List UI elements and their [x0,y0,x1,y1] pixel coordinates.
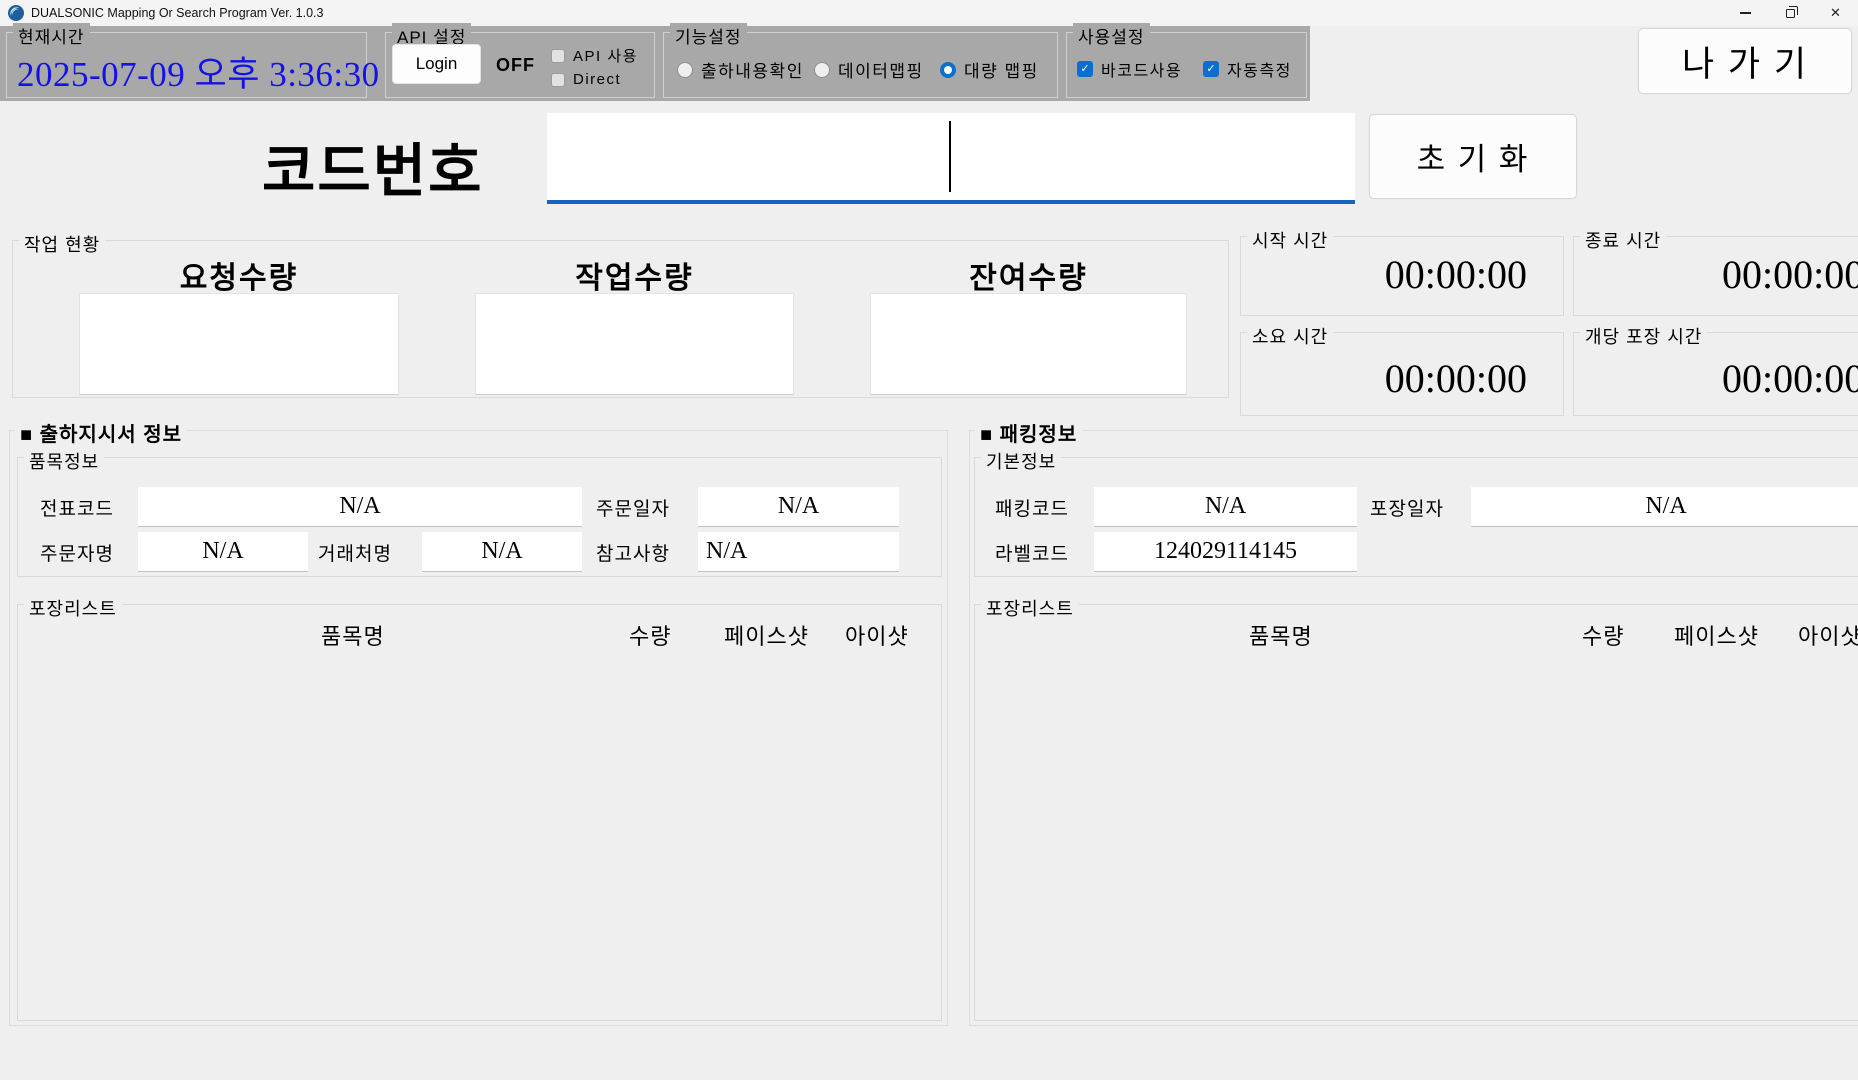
api-use-checkbox[interactable]: API 사용 [551,45,638,66]
app-icon [8,5,24,21]
checkbox-icon [1203,61,1219,77]
remark-field[interactable]: N/A [698,532,899,572]
col-eye-shot: 아이샷 [845,619,909,651]
shipping-pack-list-group[interactable]: 포장리스트 품목명 수량 페이스샷 아이샷 [17,604,942,1021]
radio-icon [940,62,956,78]
packing-date-field[interactable]: N/A [1471,487,1858,527]
worked-qty-box[interactable] [475,293,794,395]
start-time-group: 시작 시간 00:00:00 [1240,236,1564,316]
usage-settings-group: 사용설정 바코드사용 자동측정 [1066,32,1307,98]
orderer-label: 주문자명 [40,532,114,572]
label-code-field[interactable]: 124029114145 [1094,532,1357,572]
end-time-value: 00:00:00 [1722,251,1858,298]
requested-qty-column: 요청수량 [79,241,399,397]
barcode-use-checkbox[interactable]: 바코드사용 [1077,57,1182,81]
worked-qty-header: 작업수량 [475,253,794,297]
col-eye-shot: 아이샷 [1798,619,1858,651]
radio-icon [814,62,830,78]
top-settings-panel: 현재시간 2025-07-09 오후 3:36:30 API 설정 Login … [0,26,1310,101]
api-settings-group: API 설정 Login OFF API 사용 Direct [385,32,655,98]
slip-code-label: 전표코드 [40,487,114,527]
requested-qty-box[interactable] [79,293,399,395]
api-use-label: API 사용 [573,45,638,66]
remaining-qty-column: 잔여수량 [870,241,1187,397]
minimize-icon [1740,12,1751,13]
start-time-value: 00:00:00 [1385,251,1527,298]
radio-bulk-mapping[interactable]: 대량 맵핑 [940,57,1039,82]
per-unit-time-value: 00:00:00 [1722,355,1858,402]
item-info-group: 품목정보 전표코드 N/A 주문일자 N/A 주문자명 N/A 거래처명 N/A… [17,457,942,577]
code-number-input[interactable] [547,113,1355,204]
packing-date-label: 포장일자 [1370,487,1444,527]
current-time-label: 현재시간 [13,23,90,48]
restore-icon [1786,9,1795,18]
current-time-value: 2025-07-09 오후 3:36:30 [17,46,380,97]
app-title: DUALSONIC Mapping Or Search Program Ver.… [31,6,324,20]
vendor-field[interactable]: N/A [422,532,582,572]
reset-button[interactable]: 초 기 화 [1369,114,1577,199]
close-button[interactable] [1813,0,1858,26]
current-time-group: 현재시간 2025-07-09 오후 3:36:30 [6,32,367,98]
radio-shipping-check[interactable]: 출하내용확인 [677,57,804,82]
maximize-button[interactable] [1768,0,1813,26]
basic-info-group: 기본정보 패킹코드 N/A 포장일자 N/A 라벨코드 124029114145 [974,457,1858,577]
direct-label: Direct [573,71,621,88]
end-time-group: 종료 시간 00:00:00 [1573,236,1858,316]
remaining-qty-box[interactable] [870,293,1187,395]
col-item-name: 품목명 [321,619,385,651]
per-unit-time-group: 개당 포장 시간 00:00:00 [1573,332,1858,416]
login-button[interactable]: Login [392,44,481,84]
remaining-qty-header: 잔여수량 [870,253,1187,297]
remark-label: 참고사항 [596,532,670,572]
close-icon [1830,4,1841,22]
titlebar: DUALSONIC Mapping Or Search Program Ver.… [0,0,1858,26]
packing-pack-list-group[interactable]: 포장리스트 품목명 수량 페이스샷 아이샷 [974,604,1858,1021]
work-status-group: 작업 현황 요청수량 작업수량 잔여수량 [12,240,1229,398]
elapsed-time-value: 00:00:00 [1385,355,1527,402]
usage-settings-label: 사용설정 [1073,23,1150,48]
exit-button[interactable]: 나 가 기 [1638,28,1852,94]
feature-settings-group: 기능설정 출하내용확인 데이터맵핑 대량 맵핑 [663,32,1058,98]
app-window: DUALSONIC Mapping Or Search Program Ver.… [0,0,1858,1080]
packing-code-label: 패킹코드 [995,487,1069,527]
requested-qty-header: 요청수량 [79,253,399,297]
code-number-label: 코드번호 [262,124,483,208]
shipping-info-title: ■ 출하지시서 정보 [15,418,187,447]
radio-icon [677,62,693,78]
packing-code-field[interactable]: N/A [1094,487,1357,527]
label-code-label: 라벨코드 [995,532,1069,572]
packing-info-title: ■ 패킹정보 [975,418,1082,447]
slip-code-field[interactable]: N/A [138,487,582,527]
vendor-label: 거래처명 [318,532,392,572]
text-caret [949,121,951,192]
checkbox-icon [1077,61,1093,77]
checkbox-icon [551,49,565,63]
direct-checkbox[interactable]: Direct [551,71,621,88]
col-item-name: 품목명 [1249,619,1313,651]
minimize-button[interactable] [1723,0,1768,26]
elapsed-time-group: 소요 시간 00:00:00 [1240,332,1564,416]
col-face-shot: 페이스샷 [724,619,809,651]
col-face-shot: 페이스샷 [1674,619,1759,651]
auto-measure-checkbox[interactable]: 자동측정 [1203,57,1292,81]
col-quantity: 수량 [1582,619,1624,651]
radio-data-mapping[interactable]: 데이터맵핑 [814,57,924,82]
checkbox-icon [551,73,565,87]
order-date-field[interactable]: N/A [698,487,899,527]
api-status: OFF [496,33,535,97]
feature-settings-label: 기능설정 [670,23,747,48]
col-quantity: 수량 [629,619,671,651]
order-date-label: 주문일자 [596,487,670,527]
orderer-field[interactable]: N/A [138,532,308,572]
worked-qty-column: 작업수량 [475,241,794,397]
